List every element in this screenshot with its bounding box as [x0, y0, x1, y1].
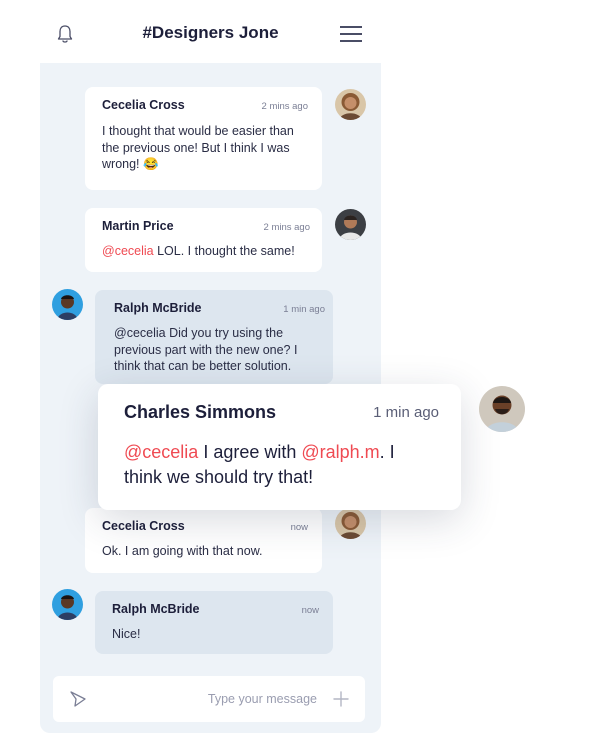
- message-text: @cecelia LOL. I thought the same!: [102, 244, 295, 258]
- mention-link[interactable]: @cecelia: [124, 442, 198, 462]
- message-text: @cecelia Did you try using the previous …: [114, 326, 298, 373]
- message-input[interactable]: Type your message: [208, 692, 317, 706]
- message-time: 1 min ago: [373, 404, 439, 421]
- avatar[interactable]: [52, 289, 83, 320]
- message-bubble: Martin Price 2 mins ago @cecelia LOL. I …: [85, 208, 322, 272]
- avatar[interactable]: [335, 209, 366, 240]
- avatar[interactable]: [52, 589, 83, 620]
- message-author: Cecelia Cross: [102, 98, 185, 112]
- message-bubble: Ralph McBride now Nice!: [95, 591, 333, 654]
- message-author: Ralph McBride: [112, 602, 200, 616]
- message-time: now: [301, 605, 319, 616]
- page-title: #Designers Jone: [142, 23, 279, 42]
- message-author: Charles Simmons: [124, 402, 277, 422]
- mention-link[interactable]: @cecelia: [102, 244, 154, 258]
- message-bubble: Ralph McBride 1 min ago @cecelia Did you…: [95, 290, 333, 384]
- message-composer: Type your message: [53, 676, 365, 722]
- message-time: now: [290, 522, 308, 533]
- message-time: 1 min ago: [283, 304, 325, 315]
- message-text: @cecelia I agree with @ralph.m. I think …: [124, 442, 395, 487]
- message-author: Ralph McBride: [114, 301, 202, 315]
- message-bubble: Cecelia Cross 2 mins ago I thought that …: [85, 87, 322, 190]
- avatar[interactable]: [335, 508, 366, 539]
- send-icon[interactable]: [69, 690, 87, 708]
- avatar[interactable]: [479, 386, 525, 432]
- plus-icon[interactable]: [333, 691, 349, 707]
- message-text: Nice!: [112, 627, 141, 641]
- message-time: 2 mins ago: [263, 222, 310, 233]
- message-author: Martin Price: [102, 219, 174, 233]
- avatar[interactable]: [335, 89, 366, 120]
- message-text: Ok. I am going with that now.: [102, 544, 263, 558]
- message-time: 2 mins ago: [261, 101, 308, 112]
- message-bubble: Cecelia Cross now Ok. I am going with th…: [85, 508, 322, 573]
- chat-header: #Designers Jone: [40, 12, 381, 56]
- message-text: I thought that would be easier than the …: [102, 124, 294, 171]
- menu-icon[interactable]: [340, 26, 362, 42]
- highlighted-message-card[interactable]: Charles Simmons 1 min ago @cecelia I agr…: [98, 384, 461, 510]
- mention-link[interactable]: @ralph.m: [301, 442, 379, 462]
- message-author: Cecelia Cross: [102, 519, 185, 533]
